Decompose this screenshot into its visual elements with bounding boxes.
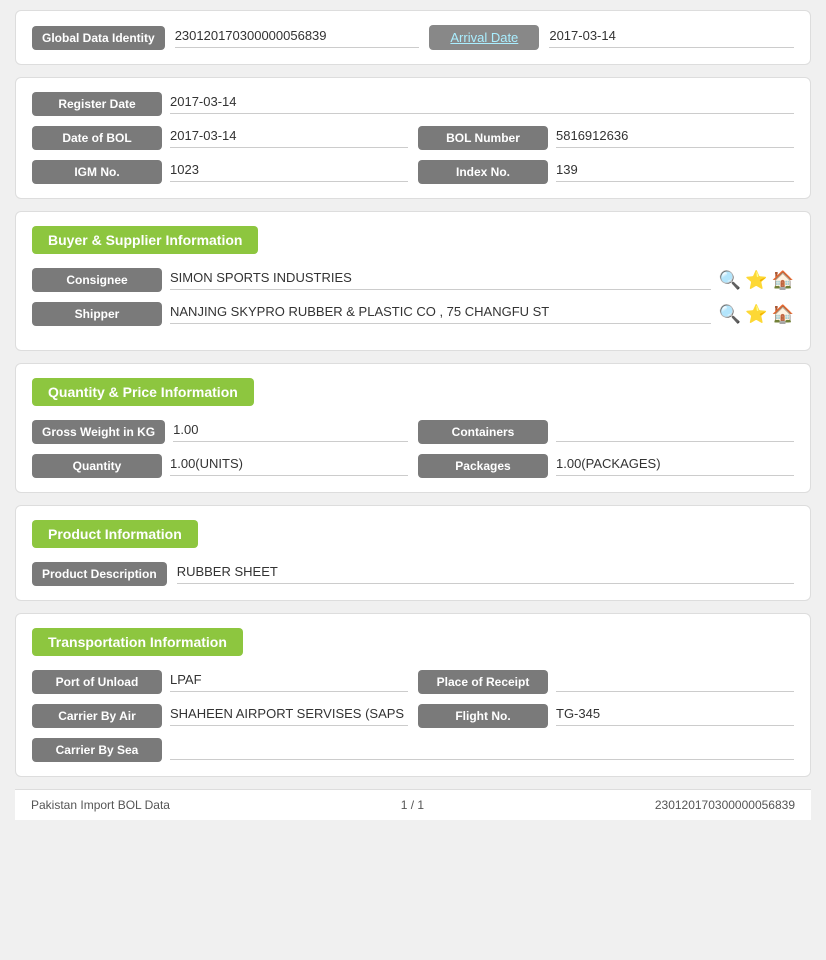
flight-no-label: Flight No. <box>418 704 548 728</box>
transportation-card: Transportation Information Port of Unloa… <box>15 613 811 777</box>
shipper-row: Shipper NANJING SKYPRO RUBBER & PLASTIC … <box>32 302 794 326</box>
product-header: Product Information <box>32 520 198 548</box>
index-label: Index No. <box>418 160 548 184</box>
product-desc-row: Product Description RUBBER SHEET <box>32 562 794 586</box>
place-receipt-label: Place of Receipt <box>418 670 548 694</box>
carrier-air-value: SHAHEEN AIRPORT SERVISES (SAPS <box>170 706 408 726</box>
consignee-star-icon[interactable]: ⭐ <box>745 270 767 291</box>
place-receipt-half: Place of Receipt <box>418 670 794 694</box>
date-bol-label: Date of BOL <box>32 126 162 150</box>
quantity-value: 1.00(UNITS) <box>170 456 408 476</box>
consignee-icons: 🔍 ⭐ 🏠 <box>719 270 794 291</box>
carrier-sea-value <box>170 740 794 760</box>
consignee-search-icon[interactable]: 🔍 <box>719 270 741 291</box>
port-unload-label: Port of Unload <box>32 670 162 694</box>
arrival-date-link[interactable]: Arrival Date <box>450 30 518 45</box>
port-unload-row: Port of Unload LPAF Place of Receipt <box>32 670 794 694</box>
register-date-value: 2017-03-14 <box>170 94 794 114</box>
igm-half: IGM No. 1023 <box>32 160 408 184</box>
date-bol-row: Date of BOL 2017-03-14 BOL Number 581691… <box>32 126 794 150</box>
bol-number-half: BOL Number 5816912636 <box>418 126 794 150</box>
port-unload-half: Port of Unload LPAF <box>32 670 408 694</box>
shipper-value: NANJING SKYPRO RUBBER & PLASTIC CO , 75 … <box>170 304 711 324</box>
gross-weight-half: Gross Weight in KG 1.00 <box>32 420 408 444</box>
gross-weight-label: Gross Weight in KG <box>32 420 165 444</box>
igm-row: IGM No. 1023 Index No. 139 <box>32 160 794 184</box>
igm-value: 1023 <box>170 162 408 182</box>
containers-label: Containers <box>418 420 548 444</box>
bol-number-label: BOL Number <box>418 126 548 150</box>
register-date-row: Register Date 2017-03-14 <box>32 92 794 116</box>
buyer-supplier-header: Buyer & Supplier Information <box>32 226 258 254</box>
date-bol-value: 2017-03-14 <box>170 128 408 148</box>
shipper-icons: 🔍 ⭐ 🏠 <box>719 304 794 325</box>
date-bol-half: Date of BOL 2017-03-14 <box>32 126 408 150</box>
index-value: 139 <box>556 162 794 182</box>
arrival-date-value: 2017-03-14 <box>549 28 794 48</box>
index-half: Index No. 139 <box>418 160 794 184</box>
gross-weight-row: Gross Weight in KG 1.00 Containers <box>32 420 794 444</box>
global-identity-row: Global Data Identity 2301201703000000568… <box>32 25 794 50</box>
carrier-air-row: Carrier By Air SHAHEEN AIRPORT SERVISES … <box>32 704 794 728</box>
consignee-value: SIMON SPORTS INDUSTRIES <box>170 270 711 290</box>
footer-center: 1 / 1 <box>401 798 424 812</box>
consignee-label: Consignee <box>32 268 162 292</box>
consignee-row: Consignee SIMON SPORTS INDUSTRIES 🔍 ⭐ 🏠 <box>32 268 794 292</box>
port-unload-value: LPAF <box>170 672 408 692</box>
consignee-home-icon[interactable]: 🏠 <box>772 270 794 291</box>
arrival-date-button[interactable]: Arrival Date <box>429 25 539 50</box>
transportation-header: Transportation Information <box>32 628 243 656</box>
register-date-label: Register Date <box>32 92 162 116</box>
packages-label: Packages <box>418 454 548 478</box>
carrier-air-half: Carrier By Air SHAHEEN AIRPORT SERVISES … <box>32 704 408 728</box>
packages-value: 1.00(PACKAGES) <box>556 456 794 476</box>
global-identity-value: 230120170300000056839 <box>175 28 420 48</box>
carrier-sea-half: Carrier By Sea <box>32 738 794 762</box>
product-card: Product Information Product Description … <box>15 505 811 601</box>
place-receipt-value <box>556 672 794 692</box>
footer-left: Pakistan Import BOL Data <box>31 798 170 812</box>
bol-number-value: 5816912636 <box>556 128 794 148</box>
dates-card: Register Date 2017-03-14 Date of BOL 201… <box>15 77 811 199</box>
global-identity-label: Global Data Identity <box>32 26 165 50</box>
igm-label: IGM No. <box>32 160 162 184</box>
flight-no-value: TG-345 <box>556 706 794 726</box>
packages-half: Packages 1.00(PACKAGES) <box>418 454 794 478</box>
carrier-sea-label: Carrier By Sea <box>32 738 162 762</box>
shipper-star-icon[interactable]: ⭐ <box>745 304 767 325</box>
quantity-half: Quantity 1.00(UNITS) <box>32 454 408 478</box>
footer-bar: Pakistan Import BOL Data 1 / 1 230120170… <box>15 789 811 820</box>
carrier-sea-row: Carrier By Sea <box>32 738 794 762</box>
shipper-label: Shipper <box>32 302 162 326</box>
containers-half: Containers <box>418 420 794 444</box>
product-desc-label: Product Description <box>32 562 167 586</box>
shipper-home-icon[interactable]: 🏠 <box>772 304 794 325</box>
carrier-air-label: Carrier By Air <box>32 704 162 728</box>
flight-no-half: Flight No. TG-345 <box>418 704 794 728</box>
quantity-price-header: Quantity & Price Information <box>32 378 254 406</box>
gross-weight-value: 1.00 <box>173 422 408 442</box>
product-desc-value: RUBBER SHEET <box>177 564 794 584</box>
register-date-half: Register Date 2017-03-14 <box>32 92 794 116</box>
buyer-supplier-card: Buyer & Supplier Information Consignee S… <box>15 211 811 351</box>
shipper-search-icon[interactable]: 🔍 <box>719 304 741 325</box>
quantity-price-card: Quantity & Price Information Gross Weigh… <box>15 363 811 493</box>
containers-value <box>556 422 794 442</box>
footer-right: 230120170300000056839 <box>655 798 795 812</box>
global-identity-card: Global Data Identity 2301201703000000568… <box>15 10 811 65</box>
quantity-row: Quantity 1.00(UNITS) Packages 1.00(PACKA… <box>32 454 794 478</box>
quantity-label: Quantity <box>32 454 162 478</box>
